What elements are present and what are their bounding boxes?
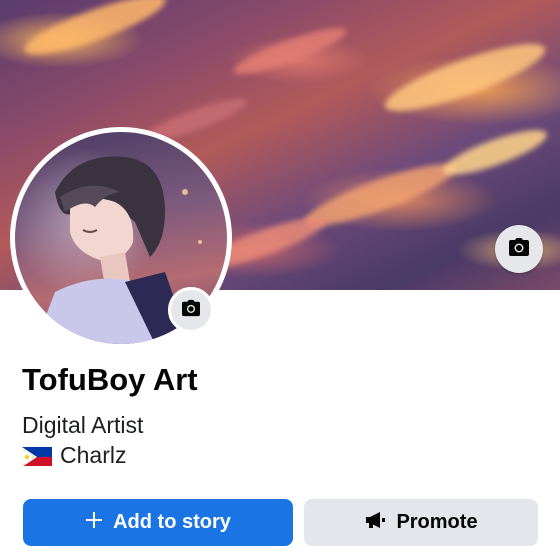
add-to-story-label: Add to story [113,511,231,533]
philippines-flag-icon [22,446,52,466]
edit-profile-picture-button[interactable] [168,287,214,333]
plus-icon [85,511,103,535]
promote-label: Promote [396,511,478,533]
megaphone-icon [364,511,386,535]
promote-button[interactable]: Promote [304,499,538,546]
profile-location: Charlz [22,442,126,469]
location-label: Charlz [60,442,127,468]
add-to-story-button[interactable]: Add to story [23,499,293,546]
page-title: TofuBoy Art [22,362,198,397]
edit-cover-photo-button[interactable] [495,225,543,273]
profile-category: Digital Artist [22,412,144,438]
camera-icon [181,299,201,322]
camera-icon [508,237,530,262]
